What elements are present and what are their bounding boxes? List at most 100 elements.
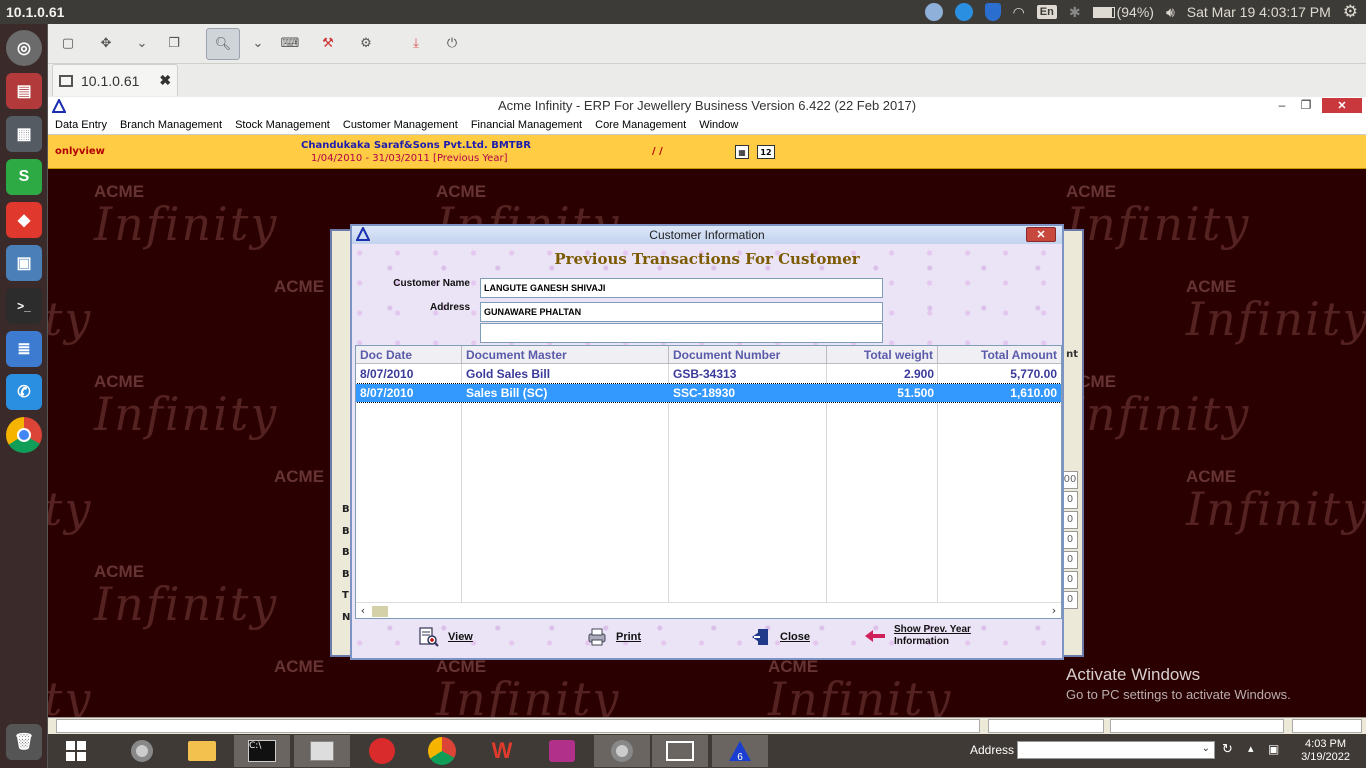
- camera-app-icon[interactable]: [534, 735, 590, 767]
- remmina-tab[interactable]: 10.1.0.61 ✖: [52, 64, 178, 96]
- phone-app-icon[interactable]: ✆: [6, 374, 42, 410]
- chrome-taskbar-icon[interactable]: [414, 735, 470, 767]
- col-header-document-master[interactable]: Document Master: [462, 346, 669, 364]
- phone-icon[interactable]: [954, 3, 973, 21]
- chrome-glyph: [428, 737, 456, 765]
- battery-indicator[interactable]: (94%): [1092, 4, 1154, 20]
- show-prev-year-line1: Show Prev. Year: [894, 624, 971, 635]
- calculator-icon[interactable]: ▦: [735, 145, 749, 159]
- minimize-window-icon[interactable]: ⤓: [404, 32, 428, 54]
- scrollbar-thumb[interactable]: [372, 606, 388, 617]
- close-dialog-button[interactable]: Close: [750, 627, 810, 647]
- menu-branch-management[interactable]: Branch Management: [113, 119, 228, 131]
- scroll-right-arrow-icon[interactable]: ›: [1047, 603, 1061, 618]
- scale-toggle-icon[interactable]: 🔍︎: [206, 28, 240, 60]
- spreadsheet-icon[interactable]: S: [6, 159, 42, 195]
- col-header-document-number[interactable]: Document Number: [669, 346, 827, 364]
- taskbar-clock[interactable]: 4:03 PM 3/19/2022: [1301, 738, 1350, 764]
- minimize-button[interactable]: –: [1272, 97, 1292, 113]
- arrow-up-icon[interactable]: ▴: [1248, 742, 1254, 755]
- text-document-icon[interactable]: ≣: [6, 331, 42, 367]
- col-header-total-amount[interactable]: Total Amount: [938, 346, 1061, 364]
- acme-infinity-taskbar-icon[interactable]: 6: [712, 735, 768, 767]
- col-header-total-weight[interactable]: Total weight: [827, 346, 938, 364]
- start-button[interactable]: [48, 735, 104, 767]
- wps-office-icon[interactable]: W: [474, 735, 530, 767]
- dynamic-resolution-icon[interactable]: ✥: [94, 32, 118, 54]
- remote-desktop-viewer-icon[interactable]: ▣: [6, 245, 42, 281]
- trash-icon[interactable]: 🗑︎: [6, 724, 42, 760]
- menu-customer-management[interactable]: Customer Management: [336, 119, 464, 131]
- dash-home-icon[interactable]: ◎: [6, 30, 42, 66]
- webcam-app-icon[interactable]: [114, 735, 170, 767]
- watermark: ACMEInfinity: [1186, 277, 1366, 346]
- switch-tab-icon[interactable]: ❐: [162, 32, 186, 54]
- system-tray: ◠ En ✱ (94%) 🔊︎ Sat Mar 19 4:03:17 PM ⚙: [924, 0, 1358, 24]
- volume-icon[interactable]: 🔊︎: [1166, 4, 1175, 21]
- view-button[interactable]: View: [418, 627, 473, 647]
- mode-label: onlyview: [55, 146, 105, 157]
- bluetooth-icon[interactable]: ✱: [1069, 4, 1081, 21]
- security-glyph: [369, 738, 395, 764]
- chevron-down-icon[interactable]: ⌄: [130, 32, 154, 54]
- cell-document-master: Gold Sales Bill: [466, 367, 551, 381]
- fullscreen-toggle-icon[interactable]: ▢: [56, 32, 80, 54]
- dialog-heading: Previous Transactions For Customer: [554, 250, 860, 268]
- security-app-icon[interactable]: [354, 735, 410, 767]
- battery-icon: [1092, 6, 1115, 18]
- menu-data-entry[interactable]: Data Entry: [48, 119, 113, 131]
- table-row[interactable]: 8/07/2010 Gold Sales Bill GSB-34313 2.90…: [356, 365, 1061, 383]
- remmina-icon[interactable]: ▤: [6, 73, 42, 109]
- customer-name-field[interactable]: LANGUTE GANESH SHIVAJI: [480, 278, 883, 298]
- chevron-down-icon[interactable]: ⌄: [1202, 743, 1210, 754]
- shield-icon[interactable]: [984, 3, 1001, 21]
- col-header-doc-date[interactable]: Doc Date: [356, 346, 462, 364]
- menu-financial-management[interactable]: Financial Management: [464, 119, 588, 131]
- restore-button[interactable]: ❐: [1296, 97, 1316, 113]
- terminal-icon[interactable]: >_: [6, 288, 42, 324]
- cell-document-number: SSC-18930: [673, 386, 736, 400]
- address-line2-field[interactable]: [480, 323, 883, 343]
- settings-gear-icon[interactable]: ⚙: [1343, 2, 1358, 22]
- menu-stock-management[interactable]: Stock Management: [228, 119, 336, 131]
- show-prev-year-button[interactable]: Show Prev. Year Information: [864, 624, 971, 648]
- menu-window[interactable]: Window: [692, 119, 744, 131]
- calculator-icon[interactable]: ▦: [6, 116, 42, 152]
- command-prompt-icon[interactable]: C:\: [234, 735, 290, 767]
- address-input[interactable]: ⌄: [1017, 741, 1215, 759]
- windows-taskbar: C:\ W 6 Address ⌄ ↻ ▴ ▣ 4:03 PM 3/19/202…: [48, 734, 1366, 768]
- show-prev-year-line2: Information: [894, 636, 949, 647]
- printer-app-icon[interactable]: [294, 735, 350, 767]
- window-app-icon[interactable]: [652, 735, 708, 767]
- tab-label: 10.1.0.61: [81, 72, 140, 89]
- file-explorer-icon[interactable]: [174, 735, 230, 767]
- dialog-close-button[interactable]: ✕: [1026, 227, 1056, 242]
- chevron-down-icon[interactable]: ⌄: [246, 32, 270, 54]
- webcam-app-icon[interactable]: [594, 735, 650, 767]
- webcam-glyph: [611, 740, 633, 762]
- camera-glyph: [549, 740, 575, 762]
- clock[interactable]: Sat Mar 19 4:03:17 PM: [1187, 4, 1331, 20]
- network-icon[interactable]: ▣: [1268, 742, 1279, 756]
- tools-icon[interactable]: ⚙: [354, 32, 378, 54]
- keyboard-grab-icon[interactable]: ⌨: [278, 32, 302, 54]
- preferences-icon[interactable]: ⚒: [316, 32, 340, 54]
- disconnect-icon[interactable]: ⏻: [440, 32, 464, 54]
- remote-desktop-icon[interactable]: [924, 3, 943, 21]
- address-line1-field[interactable]: GUNAWARE PHALTAN: [480, 302, 883, 322]
- anydesk-icon[interactable]: ◆: [6, 202, 42, 238]
- print-button[interactable]: Print: [586, 627, 641, 647]
- calendar-icon[interactable]: 12: [757, 145, 775, 159]
- keyboard-layout-indicator[interactable]: En: [1036, 5, 1057, 19]
- close-button[interactable]: ✕: [1322, 98, 1362, 113]
- scroll-left-arrow-icon[interactable]: ‹: [356, 603, 370, 618]
- menu-core-management[interactable]: Core Management: [588, 119, 692, 131]
- close-icon[interactable]: ✖: [159, 72, 171, 89]
- refresh-icon[interactable]: ↻: [1222, 742, 1233, 757]
- horizontal-scrollbar[interactable]: ‹ ›: [356, 602, 1061, 618]
- wifi-icon[interactable]: ◠: [1013, 4, 1025, 21]
- chrome-icon[interactable]: [6, 417, 42, 453]
- table-row-selected[interactable]: 8/07/2010 Sales Bill (SC) SSC-18930 51.5…: [356, 383, 1061, 403]
- watermark: ACMEInfinity: [94, 372, 279, 441]
- printer-glyph: [310, 741, 334, 761]
